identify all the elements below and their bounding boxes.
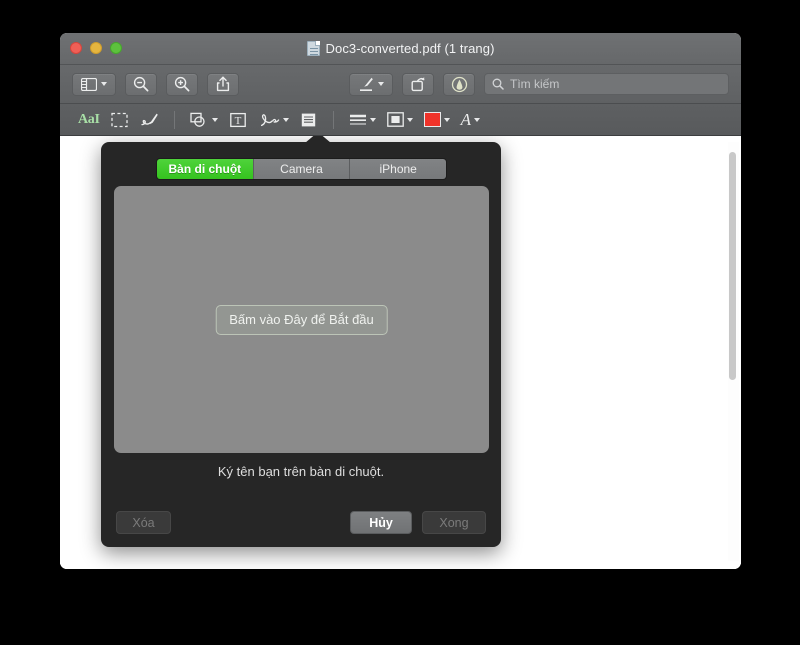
chevron-down-icon bbox=[369, 117, 376, 122]
zoom-out-icon bbox=[133, 76, 149, 92]
markup-toolbar: AaI T A bbox=[60, 104, 741, 136]
screen: Doc3-converted.pdf (1 trang) Tìm kiếm Aa… bbox=[0, 0, 800, 645]
vertical-scrollbar[interactable] bbox=[728, 142, 739, 561]
font-icon: A bbox=[460, 109, 472, 129]
chevron-down-icon bbox=[378, 82, 384, 86]
toolbar-divider bbox=[332, 110, 334, 129]
toolbar-divider bbox=[173, 110, 175, 129]
signature-source-tabs: Bàn di chuột Camera iPhone bbox=[156, 158, 447, 180]
highlight-button[interactable] bbox=[443, 72, 475, 96]
chevron-down-icon bbox=[406, 117, 413, 122]
zoom-in-button[interactable] bbox=[166, 72, 198, 96]
chevron-down-icon bbox=[443, 117, 450, 122]
window-title: Doc3-converted.pdf (1 trang) bbox=[325, 41, 495, 56]
svg-text:T: T bbox=[234, 115, 241, 127]
window-titlebar: Doc3-converted.pdf (1 trang) bbox=[60, 33, 741, 65]
signature-icon bbox=[258, 112, 280, 128]
done-button[interactable]: Xong bbox=[422, 511, 486, 534]
popover-footer: Xóa Hủy Xong bbox=[101, 489, 501, 547]
signature-capture-popover: Bàn di chuột Camera iPhone Bấm vào Đây đ… bbox=[101, 136, 501, 547]
sketch-pen-icon bbox=[140, 112, 159, 128]
popover-arrow bbox=[305, 136, 331, 143]
fill-color-swatch bbox=[423, 112, 441, 127]
chevron-down-icon bbox=[101, 82, 107, 86]
tab-camera[interactable]: Camera bbox=[253, 159, 351, 179]
shapes-tool[interactable] bbox=[186, 108, 222, 132]
close-button[interactable] bbox=[70, 42, 82, 54]
cancel-button[interactable]: Hủy bbox=[350, 511, 412, 534]
search-input[interactable]: Tìm kiếm bbox=[510, 77, 559, 91]
chevron-down-icon bbox=[211, 117, 218, 122]
chevron-down-icon bbox=[282, 117, 289, 122]
document-canvas[interactable]: Bàn di chuột Camera iPhone Bấm vào Đây đ… bbox=[60, 136, 741, 569]
chevron-down-icon bbox=[474, 117, 481, 122]
border-style-icon bbox=[386, 112, 404, 127]
search-icon bbox=[492, 78, 504, 90]
window-title-group: Doc3-converted.pdf (1 trang) bbox=[60, 41, 741, 56]
rotate-left-button[interactable] bbox=[402, 72, 434, 96]
window-controls bbox=[70, 42, 122, 54]
sidebar-view-button[interactable] bbox=[72, 72, 116, 96]
text-selection-tool[interactable]: AaI bbox=[74, 108, 104, 132]
font-tool[interactable]: A bbox=[457, 108, 484, 132]
rectangular-selection-tool[interactable] bbox=[107, 108, 133, 132]
text-box-icon: T bbox=[229, 112, 246, 128]
main-toolbar: Tìm kiếm bbox=[60, 65, 741, 104]
border-style-tool[interactable] bbox=[383, 108, 417, 132]
markup-toggle-button[interactable] bbox=[349, 72, 393, 96]
maximize-button[interactable] bbox=[110, 42, 122, 54]
fill-color-tool[interactable] bbox=[420, 108, 454, 132]
sidebar-view-icon bbox=[81, 77, 97, 91]
signature-tool[interactable] bbox=[254, 108, 293, 132]
note-tool[interactable] bbox=[296, 108, 322, 132]
start-capture-button[interactable]: Bấm vào Đây để Bắt đầu bbox=[215, 304, 388, 335]
zoom-in-icon bbox=[174, 76, 190, 92]
popover-caption: Ký tên bạn trên bàn di chuột. bbox=[217, 464, 385, 479]
scrollbar-thumb[interactable] bbox=[729, 152, 736, 380]
minimize-button[interactable] bbox=[90, 42, 102, 54]
tab-trackpad[interactable]: Bàn di chuột bbox=[157, 159, 254, 179]
share-icon bbox=[216, 76, 230, 92]
shape-style-icon bbox=[349, 113, 367, 127]
tab-iphone[interactable]: iPhone bbox=[350, 159, 446, 179]
text-selection-icon: AaI bbox=[78, 111, 100, 127]
shapes-icon bbox=[190, 112, 209, 128]
sketch-tool[interactable] bbox=[136, 108, 163, 132]
signature-pad[interactable]: Bấm vào Đây để Bắt đầu bbox=[114, 186, 489, 453]
erase-button[interactable]: Xóa bbox=[116, 511, 171, 534]
pdf-document-icon bbox=[306, 41, 320, 56]
markup-pen-icon bbox=[358, 76, 374, 92]
highlight-icon bbox=[451, 76, 468, 93]
search-field[interactable]: Tìm kiếm bbox=[484, 73, 729, 95]
text-box-tool[interactable]: T bbox=[225, 108, 251, 132]
shape-style-tool[interactable] bbox=[345, 108, 380, 132]
share-button[interactable] bbox=[207, 72, 239, 96]
zoom-out-button[interactable] bbox=[125, 72, 157, 96]
preview-window: Doc3-converted.pdf (1 trang) Tìm kiếm Aa… bbox=[60, 33, 741, 569]
note-icon bbox=[301, 112, 316, 128]
rotate-left-icon bbox=[410, 76, 426, 92]
rectangular-selection-icon bbox=[111, 112, 128, 128]
